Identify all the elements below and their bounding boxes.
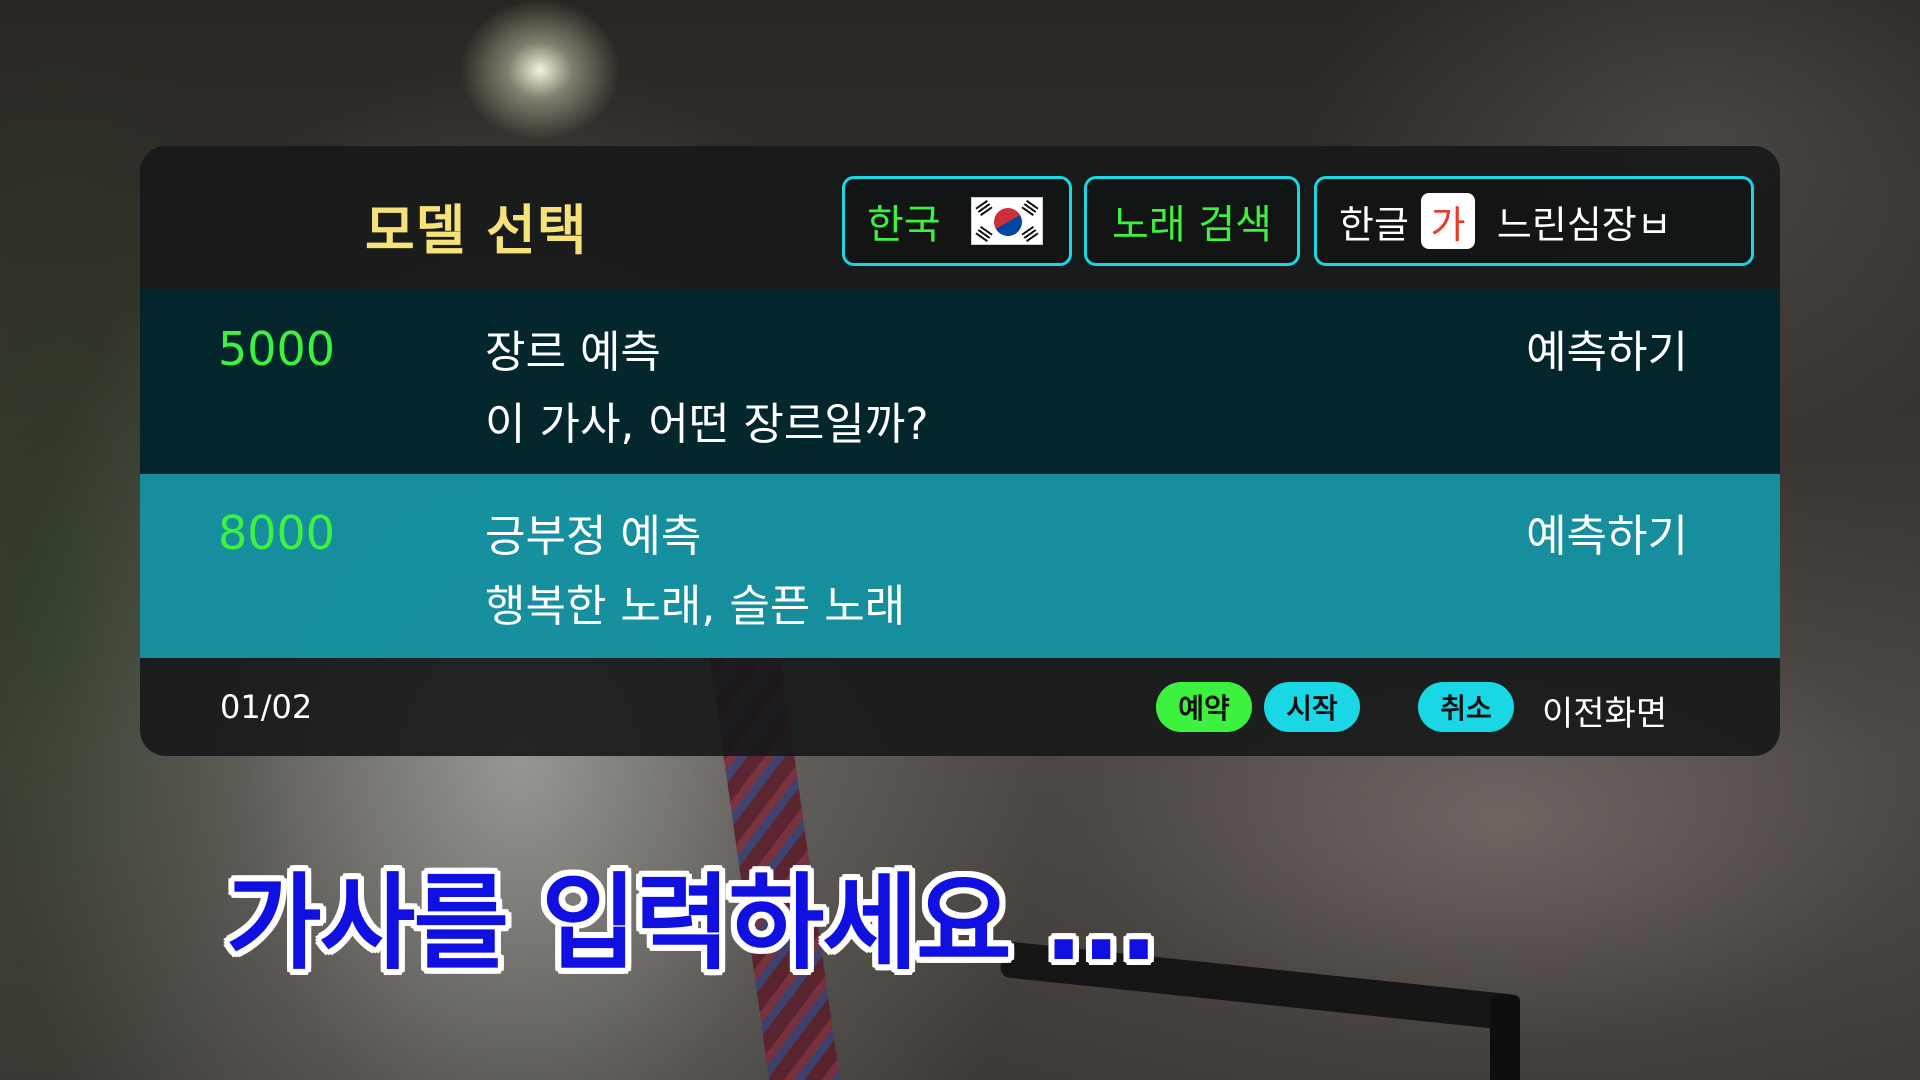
background-bench-leg <box>1490 995 1520 1080</box>
model-name: 장르 예측 <box>485 327 661 378</box>
model-price: 8000 <box>218 506 336 560</box>
model-row-sentiment[interactable]: 8000 긍부정 예측 행복한 노래, 슬픈 노래 예측하기 <box>140 474 1780 658</box>
start-button[interactable]: 시작 <box>1264 682 1360 732</box>
country-label: 한국 <box>867 202 941 248</box>
panel-header: 모델 선택 한국 노래 검색 한글 가 느린심장ㅂ <box>140 146 1780 290</box>
predict-button[interactable]: 예측하기 <box>1526 316 1688 380</box>
predict-button[interactable]: 예측하기 <box>1526 500 1688 564</box>
search-input[interactable]: 한글 가 느린심장ㅂ <box>1314 176 1754 266</box>
model-description: 이 가사, 어떤 장르일까? <box>485 399 929 450</box>
previous-screen-label: 이전화면 <box>1542 694 1668 734</box>
panel-footer: 01/02 예약 시작 취소 이전화면 <box>140 658 1780 756</box>
page-title: 모델 선택 <box>365 199 588 262</box>
model-name: 긍부정 예측 <box>485 511 702 562</box>
korea-flag-icon <box>970 197 1043 245</box>
song-search-button[interactable]: 노래 검색 <box>1084 176 1300 266</box>
search-input-value: 느린심장ㅂ <box>1496 202 1672 247</box>
input-mode-label: 한글 <box>1339 202 1409 247</box>
model-select-panel: 모델 선택 한국 노래 검색 한글 가 느린심장ㅂ 5000 장르 예측 이 가… <box>140 146 1780 756</box>
reserve-button[interactable]: 예약 <box>1156 682 1252 732</box>
model-description: 행복한 노래, 슬픈 노래 <box>485 581 906 632</box>
country-button[interactable]: 한국 <box>842 176 1072 266</box>
page-indicator: 01/02 <box>220 688 313 726</box>
model-row-genre[interactable]: 5000 장르 예측 이 가사, 어떤 장르일까? 예측하기 <box>140 290 1780 474</box>
model-price: 5000 <box>218 322 336 376</box>
song-search-label: 노래 검색 <box>1112 202 1272 248</box>
lyrics-input-prompt: 가사를 입력하세요 ... <box>226 862 1158 984</box>
hangul-mode-icon[interactable]: 가 <box>1420 193 1475 249</box>
cancel-button[interactable]: 취소 <box>1418 682 1514 732</box>
